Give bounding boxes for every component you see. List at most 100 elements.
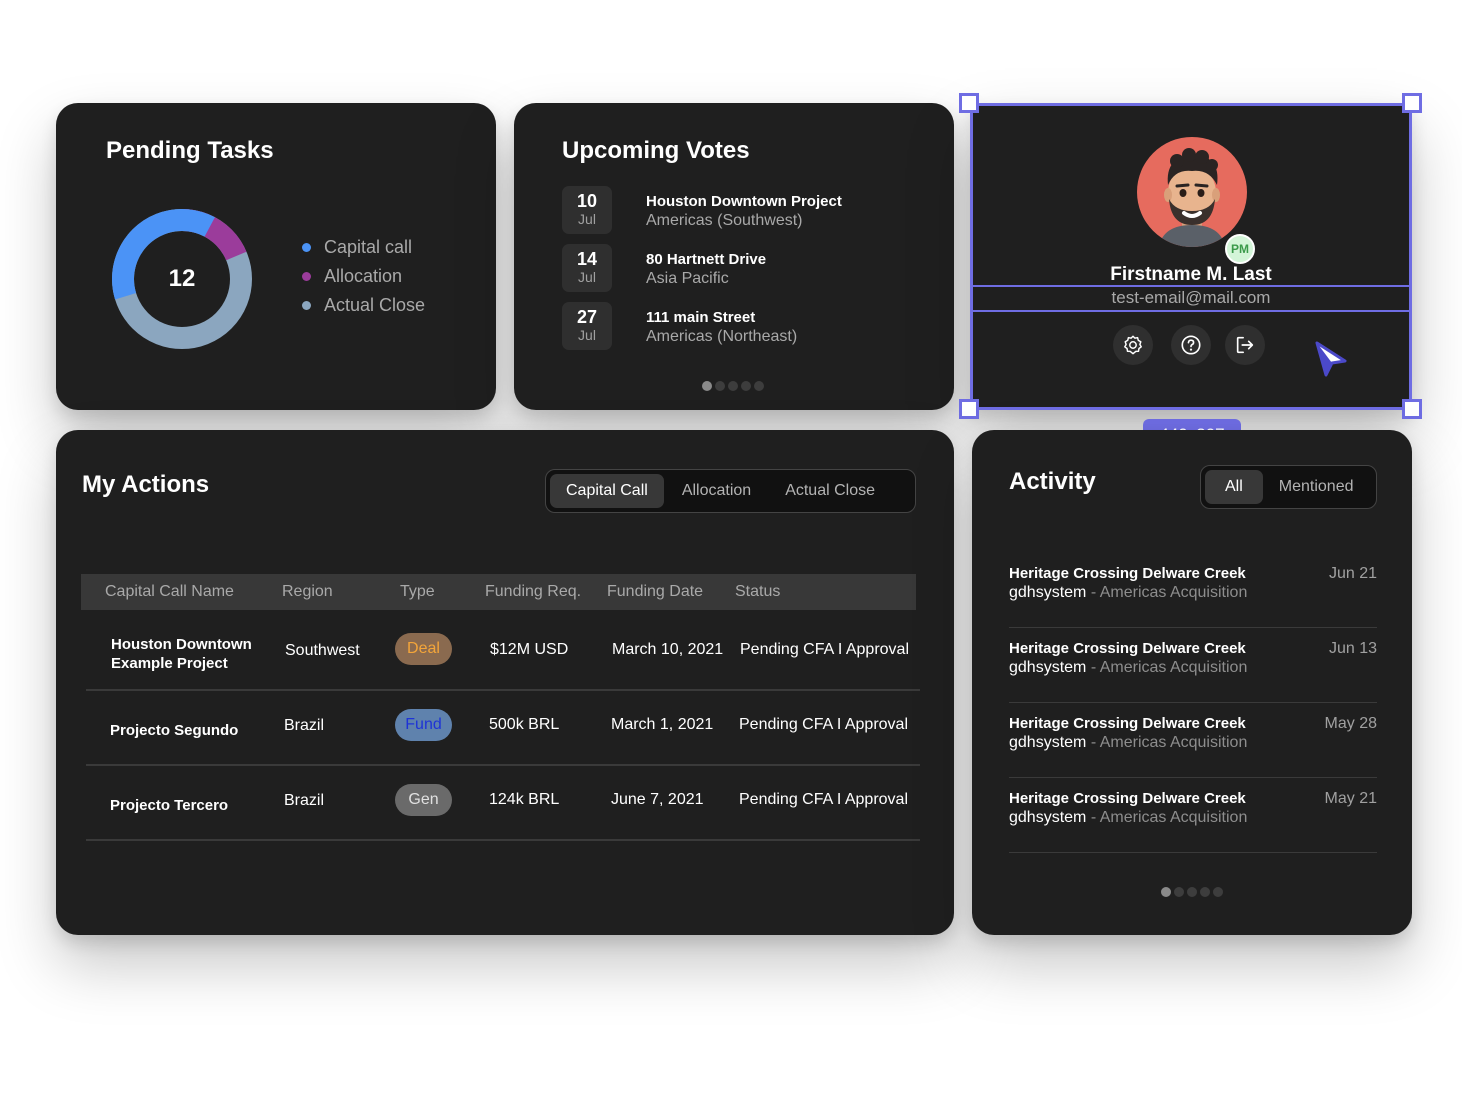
activity-item-date: May 21 xyxy=(1324,790,1377,807)
activity-item[interactable]: Heritage Crossing Delware Creek gdhsyste… xyxy=(1009,553,1377,628)
activity-item-meta: gdhsystem - Americas Acquisition xyxy=(1009,734,1248,751)
legend-dot-capital-call xyxy=(302,243,311,252)
vote-region: Americas (Southwest) xyxy=(646,212,803,229)
activity-item[interactable]: Heritage Crossing Delware Creek gdhsyste… xyxy=(1009,628,1377,703)
legend-item-allocation[interactable]: Allocation xyxy=(302,262,425,291)
activity-item[interactable]: Heritage Crossing Delware Creek gdhsyste… xyxy=(1009,778,1377,853)
tab-all[interactable]: All xyxy=(1205,470,1263,504)
vote-item[interactable]: 14 Jul 80 Hartnett Drive Asia Pacific xyxy=(562,244,942,292)
legend-label: Allocation xyxy=(324,266,403,286)
vote-title: 111 main Street xyxy=(646,309,756,326)
activity-item-title: Heritage Crossing Delware Creek xyxy=(1009,790,1246,807)
avatar-face-illustration xyxy=(1159,148,1225,247)
row-funding-date: June 7, 2021 xyxy=(611,791,704,808)
vote-item[interactable]: 10 Jul Houston Downtown Project Americas… xyxy=(562,186,942,234)
legend-item-capital-call[interactable]: Capital call xyxy=(302,233,425,262)
resize-handle-bottom-right[interactable] xyxy=(1402,399,1422,419)
vote-day: 27 xyxy=(576,307,598,327)
table-row[interactable]: Projecto Segundo Brazil Fund 500k BRL Ma… xyxy=(86,691,920,766)
legend-item-actual-close[interactable]: Actual Close xyxy=(302,291,425,320)
column-header-region[interactable]: Region xyxy=(282,583,333,601)
row-status: Pending CFA I Approval xyxy=(740,641,909,658)
vote-month: Jul xyxy=(578,211,596,227)
pagination-dot[interactable] xyxy=(1213,887,1223,897)
pagination-dot[interactable] xyxy=(715,381,725,391)
activity-tabs: All Mentioned xyxy=(1200,465,1377,509)
avatar[interactable]: PM xyxy=(1137,137,1255,264)
activity-item-meta: gdhsystem - Americas Acquisition xyxy=(1009,659,1248,676)
column-header-type[interactable]: Type xyxy=(400,583,435,601)
vote-day: 10 xyxy=(576,191,598,211)
row-funding-req: 500k BRL xyxy=(489,716,560,733)
pagination-dot-active[interactable] xyxy=(702,381,712,391)
tab-mentioned[interactable]: Mentioned xyxy=(1263,470,1370,504)
my-actions-title: My Actions xyxy=(82,471,210,498)
resize-handle-bottom-left[interactable] xyxy=(959,399,979,419)
row-status: Pending CFA I Approval xyxy=(739,791,908,808)
logout-icon xyxy=(1236,336,1254,354)
pagination-dot[interactable] xyxy=(754,381,764,391)
gear-icon xyxy=(1124,335,1142,355)
tab-allocation[interactable]: Allocation xyxy=(664,474,769,508)
avatar-image xyxy=(1137,137,1247,247)
row-name: Projecto Segundo xyxy=(110,722,239,739)
logout-button[interactable] xyxy=(1225,325,1265,365)
column-header-status[interactable]: Status xyxy=(735,583,780,601)
activity-item[interactable]: Heritage Crossing Delware Creek gdhsyste… xyxy=(1009,703,1377,778)
resize-handle-top-right[interactable] xyxy=(1402,93,1422,113)
pagination-dot[interactable] xyxy=(728,381,738,391)
help-button[interactable] xyxy=(1171,325,1211,365)
vote-date-badge: 27 Jul xyxy=(562,302,612,350)
settings-button[interactable] xyxy=(1113,325,1153,365)
vote-month: Jul xyxy=(578,327,596,343)
vote-day: 14 xyxy=(576,249,598,269)
row-region: Southwest xyxy=(285,642,360,659)
profile-card: PM Firstname M. Last test-email@mail.com xyxy=(970,103,1412,410)
activity-item-meta: gdhsystem - Americas Acquisition xyxy=(1009,584,1248,601)
activity-item-title: Heritage Crossing Delware Creek xyxy=(1009,565,1246,582)
activity-item-meta: gdhsystem - Americas Acquisition xyxy=(1009,809,1248,826)
mouse-cursor-icon xyxy=(1315,341,1347,377)
profile-email: test-email@mail.com xyxy=(1111,288,1271,307)
selection-guide-line xyxy=(970,285,1412,287)
vote-title: 80 Hartnett Drive xyxy=(646,251,767,268)
legend-dot-allocation xyxy=(302,272,311,281)
table-row[interactable]: Houston Downtown Example Project Southwe… xyxy=(86,616,920,691)
my-actions-tabs: Capital Call Allocation Actual Close xyxy=(545,469,916,513)
row-funding-date: March 1, 2021 xyxy=(611,716,714,733)
tab-actual-close[interactable]: Actual Close xyxy=(769,474,891,508)
tab-capital-call[interactable]: Capital Call xyxy=(550,474,664,508)
activity-item-date: May 28 xyxy=(1324,715,1377,732)
column-header-funding-req[interactable]: Funding Req. xyxy=(485,583,581,601)
table-row[interactable]: Projecto Tercero Brazil Gen 124k BRL Jun… xyxy=(86,766,920,841)
pagination-dot[interactable] xyxy=(1187,887,1197,897)
column-header-funding-date[interactable]: Funding Date xyxy=(607,583,703,601)
vote-title: Houston Downtown Project xyxy=(646,193,842,210)
question-circle-icon xyxy=(1181,335,1201,355)
column-header-name[interactable]: Capital Call Name xyxy=(105,583,234,601)
activity-item-date: Jun 13 xyxy=(1328,640,1377,657)
activity-item-date: Jun 21 xyxy=(1328,565,1377,582)
selection-guide-line xyxy=(970,310,1412,312)
pagination-dot[interactable] xyxy=(1200,887,1210,897)
row-status: Pending CFA I Approval xyxy=(739,716,908,733)
pending-tasks-title: Pending Tasks xyxy=(106,137,274,164)
vote-date-badge: 14 Jul xyxy=(562,244,612,292)
vote-item[interactable]: 27 Jul 111 main Street Americas (Northea… xyxy=(562,302,942,350)
row-funding-req: $12M USD xyxy=(490,641,569,658)
my-actions-card: My Actions Capital Call Allocation Actua… xyxy=(56,430,954,935)
type-pill-fund: Fund xyxy=(395,709,452,741)
vote-region: Asia Pacific xyxy=(646,270,729,287)
resize-handle-top-left[interactable] xyxy=(959,93,979,113)
pagination-dot[interactable] xyxy=(1174,887,1184,897)
pagination-dot-active[interactable] xyxy=(1161,887,1171,897)
profile-name: Firstname M. Last xyxy=(1110,264,1272,285)
activity-pagination xyxy=(1161,887,1223,897)
upcoming-votes-title: Upcoming Votes xyxy=(562,137,750,164)
activity-card: Activity All Mentioned Heritage Crossing… xyxy=(972,430,1412,935)
activity-item-title: Heritage Crossing Delware Creek xyxy=(1009,715,1246,732)
pagination-dot[interactable] xyxy=(741,381,751,391)
row-region: Brazil xyxy=(284,717,325,734)
row-region: Brazil xyxy=(284,792,325,809)
row-name: Houston Downtown Example Project xyxy=(111,636,252,672)
